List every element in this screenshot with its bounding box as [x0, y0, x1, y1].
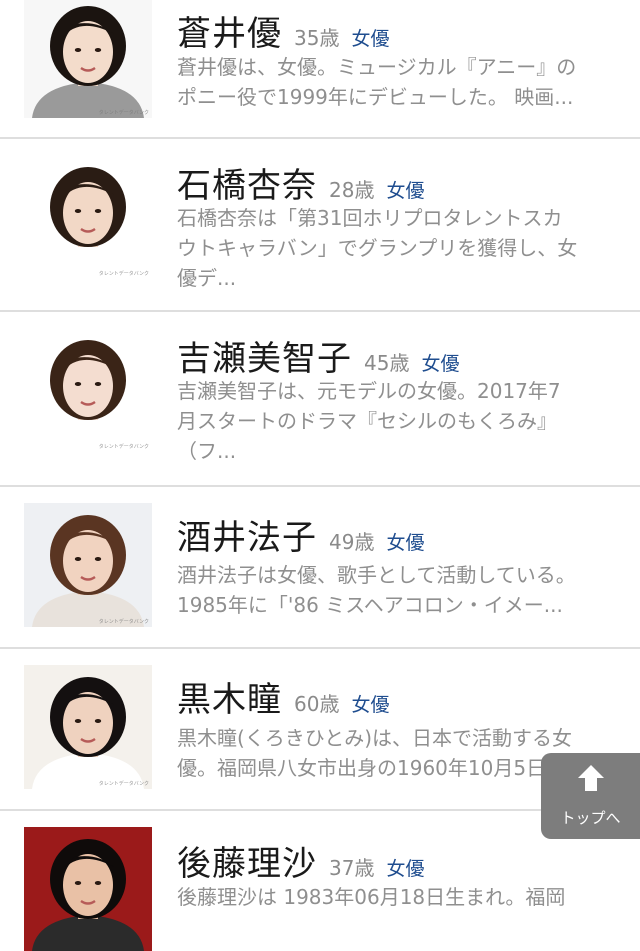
- actress-name[interactable]: 黒木瞳: [177, 680, 282, 720]
- actress-thumbnail[interactable]: タレントデータバンク: [24, 665, 152, 789]
- actress-age: 37歳: [329, 856, 375, 880]
- actress-description: 酒井法子は女優、歌手として活動している。 1985年に「'86 ミスヘアコロン・イ…: [177, 560, 622, 620]
- thumbnail-watermark: タレントデータバンク: [98, 781, 149, 787]
- actress-age: 60歳: [294, 692, 340, 716]
- actress-description: 後藤理沙は 1983年06月18日生まれ。福岡: [177, 882, 622, 912]
- actress-name-line: 蒼井優 35歳 女優: [177, 6, 389, 55]
- description-line: 黒木瞳(くろきひとみ)は、日本で活動する女: [177, 726, 573, 750]
- back-to-top-button[interactable]: トップへ: [541, 753, 640, 839]
- thumbnail-watermark: タレントデータバンク: [98, 444, 149, 450]
- portrait-image: [24, 503, 152, 627]
- thumbnail-watermark: タレントデータバンク: [98, 619, 149, 625]
- actress-thumbnail[interactable]: タレントデータバンク: [24, 503, 152, 627]
- occupation-link[interactable]: 女優: [421, 353, 459, 375]
- portrait-image: [24, 827, 152, 951]
- portrait-image: [24, 155, 152, 279]
- description-line: 優デ...: [177, 266, 237, 290]
- actress-name[interactable]: 酒井法子: [177, 518, 317, 558]
- occupation-link[interactable]: 女優: [351, 694, 389, 716]
- actress-name[interactable]: 蒼井優: [177, 14, 282, 54]
- actress-name-line: 吉瀬美智子 45歳 女優: [177, 331, 459, 380]
- actress-age: 45歳: [364, 351, 410, 375]
- arrow-up-icon: [578, 765, 604, 791]
- portrait-image: [24, 0, 152, 118]
- actress-description: 石橋杏奈は「第31回ホリプロタレントスカ ウトキャラバン」でグランプリを獲得し、女…: [177, 203, 622, 293]
- actress-name-line: 後藤理沙 37歳 女優: [177, 836, 424, 885]
- actress-name[interactable]: 石橋杏奈: [177, 166, 317, 206]
- actress-name-line: 黒木瞳 60歳 女優: [177, 672, 389, 721]
- actress-name[interactable]: 後藤理沙: [177, 844, 317, 884]
- description-line: 月スタートのドラマ『セシルのもくろみ』: [177, 409, 557, 433]
- actress-name[interactable]: 吉瀬美智子: [177, 339, 352, 379]
- description-line: 1985年に「'86 ミスヘアコロン・イメー...: [177, 593, 563, 617]
- description-line: 酒井法子は女優、歌手として活動している。: [177, 563, 576, 587]
- actress-name-line: 酒井法子 49歳 女優: [177, 510, 424, 559]
- occupation-link[interactable]: 女優: [386, 532, 424, 554]
- portrait-image: [24, 328, 152, 452]
- actress-thumbnail[interactable]: タレントデータバンク: [24, 0, 152, 118]
- actress-thumbnail[interactable]: タレントデータバンク: [24, 155, 152, 279]
- description-line: ポニー役で1999年にデビューした。 映画...: [177, 85, 574, 109]
- actress-age: 49歳: [329, 530, 375, 554]
- description-line: （フ...: [177, 439, 237, 463]
- actress-description: 蒼井優は、女優。ミュージカル『アニー』の ポニー役で1999年にデビューした。 映…: [177, 52, 622, 112]
- occupation-link[interactable]: 女優: [386, 180, 424, 202]
- description-line: 石橋杏奈は「第31回ホリプロタレントスカ: [177, 206, 563, 230]
- portrait-image: [24, 665, 152, 789]
- description-line: 蒼井優は、女優。ミュージカル『アニー』の: [177, 55, 577, 79]
- actress-age: 28歳: [329, 178, 375, 202]
- back-to-top-label: トップへ: [560, 809, 621, 827]
- thumbnail-watermark: タレントデータバンク: [98, 271, 149, 277]
- occupation-link[interactable]: 女優: [386, 858, 424, 880]
- actress-description: 吉瀬美智子は、元モデルの女優。2017年7 月スタートのドラマ『セシルのもくろみ』…: [177, 376, 622, 466]
- actress-thumbnail[interactable]: タレントデータバンク: [24, 328, 152, 452]
- thumbnail-watermark: タレントデータバンク: [98, 110, 149, 116]
- description-line: 吉瀬美智子は、元モデルの女優。2017年7: [177, 379, 561, 403]
- row-divider: [0, 647, 640, 649]
- row-divider: [0, 485, 640, 487]
- description-line: ウトキャラバン」でグランプリを獲得し、女: [177, 236, 578, 260]
- row-divider: [0, 310, 640, 312]
- actress-age: 35歳: [294, 26, 340, 50]
- occupation-link[interactable]: 女優: [351, 28, 389, 50]
- description-line: 後藤理沙は 1983年06月18日生まれ。福岡: [177, 885, 566, 909]
- row-divider: [0, 137, 640, 139]
- actress-name-line: 石橋杏奈 28歳 女優: [177, 158, 424, 207]
- actress-thumbnail[interactable]: [24, 827, 152, 951]
